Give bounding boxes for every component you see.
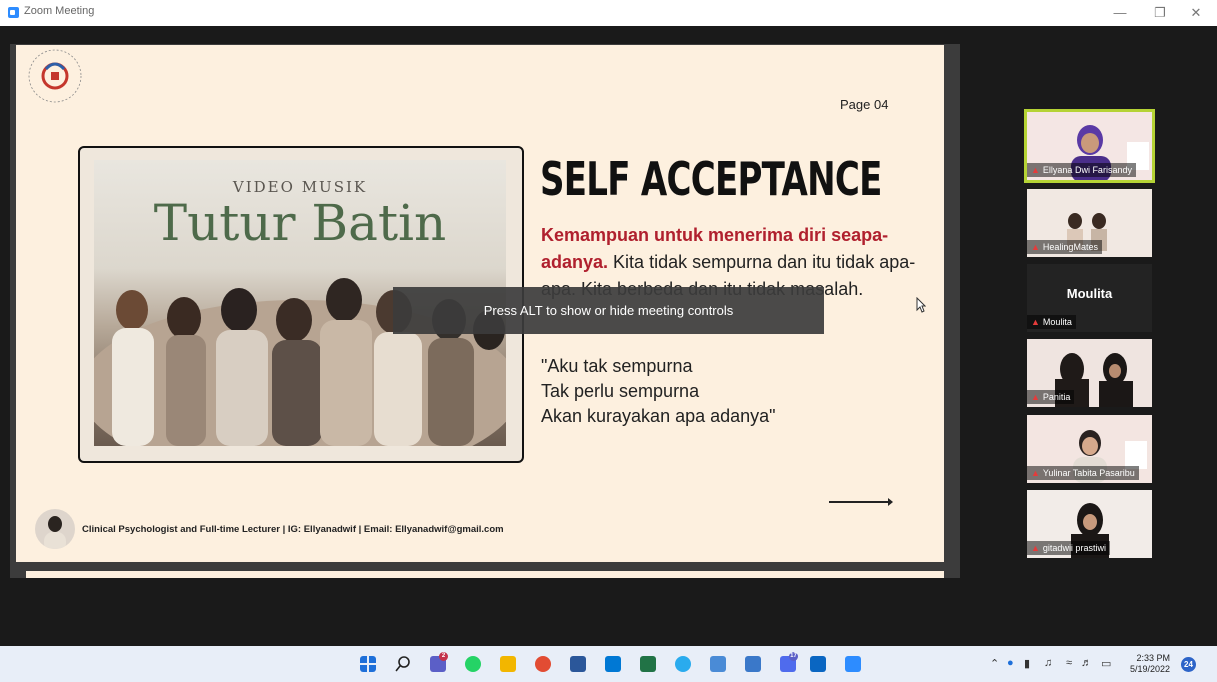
next-arrow-icon: [829, 498, 893, 506]
participant-name: ▲ Ellyana Dwi Farisandy: [1027, 163, 1136, 177]
title-bar: Zoom Meeting — ❐ ✕: [0, 0, 1217, 26]
zoom-logo-icon: [8, 7, 19, 18]
participant-name: ▲ Moulita: [1027, 315, 1076, 329]
wifi-icon[interactable]: ≈: [1066, 657, 1072, 669]
chat-icon[interactable]: 17: [780, 652, 798, 672]
bluetooth-icon[interactable]: ●: [1007, 657, 1014, 669]
battery-icon[interactable]: ▭: [1101, 657, 1111, 670]
window-title: Zoom Meeting: [24, 5, 95, 17]
participant-tile[interactable]: ▲ gitadwii prastiwi: [1027, 490, 1152, 558]
microphone-icon[interactable]: ♫: [1044, 657, 1052, 669]
search-icon[interactable]: [395, 656, 411, 672]
excel-icon[interactable]: [640, 656, 656, 672]
usb-icon[interactable]: ▮: [1024, 657, 1030, 670]
participant-tile[interactable]: Moulita ▲ Moulita: [1027, 264, 1152, 332]
restore-button[interactable]: ❐: [1150, 3, 1170, 23]
outlook-icon[interactable]: [605, 656, 621, 672]
mic-muted-icon: ▲: [1031, 165, 1040, 175]
participant-tile[interactable]: ▲ Panitia: [1027, 339, 1152, 407]
participant-name: ▲ Panitia: [1027, 390, 1075, 404]
quote-line: "Aku tak sempurna: [541, 356, 693, 376]
slide-heading: SELF ACCEPTANCE: [540, 152, 882, 206]
participant-name: ▲ gitadwii prastiwi: [1027, 541, 1110, 555]
presenter-info: Clinical Psychologist and Full-time Lect…: [82, 524, 504, 535]
zoom-taskbar-icon[interactable]: [845, 656, 861, 672]
minimize-button[interactable]: —: [1110, 3, 1130, 23]
show-hidden-icons-icon[interactable]: ⌃: [990, 657, 999, 670]
notification-count-badge[interactable]: 24: [1181, 657, 1196, 672]
start-icon[interactable]: [360, 656, 376, 672]
slide-quote: "Aku tak sempurna Tak perlu sempurna Aka…: [541, 354, 921, 429]
mic-muted-icon: ▲: [1031, 392, 1040, 402]
video-title: Tutur Batin: [153, 194, 447, 252]
mic-muted-icon: ▲: [1031, 543, 1040, 553]
participant-tile[interactable]: ▲ Ellyana Dwi Farisandy: [1024, 109, 1155, 183]
presenter-avatar: [35, 509, 75, 549]
outlook-calendar-icon[interactable]: [810, 656, 826, 672]
participant-display-name: Moulita: [1066, 286, 1113, 301]
university-logo-icon: [28, 49, 82, 103]
participant-name: ▲ Yulinar Tabita Pasaribu: [1027, 466, 1139, 480]
teams-icon[interactable]: 2: [430, 652, 448, 672]
participant-tile[interactable]: ▲ HealingMates: [1027, 189, 1152, 257]
mic-muted-icon: ▲: [1031, 242, 1040, 252]
word-icon[interactable]: [570, 656, 586, 672]
quote-line: Tak perlu sempurna: [541, 381, 700, 401]
clock-date: 5/19/2022: [1130, 664, 1171, 674]
next-slide-edge: [26, 571, 944, 578]
taskbar: 2 17 ⌃ ● ▮ ♫ ≈ ♬ ▭ 2:33 PM 5/19/2022 24: [0, 646, 1217, 682]
notepad-icon[interactable]: [710, 656, 726, 672]
close-button[interactable]: ✕: [1186, 3, 1206, 23]
file-explorer-icon[interactable]: [500, 656, 516, 672]
chrome-icon[interactable]: [535, 656, 551, 672]
participant-name: ▲ HealingMates: [1027, 240, 1102, 254]
clock-time: 2:33 PM: [1136, 653, 1171, 663]
mouse-cursor-icon: [916, 297, 926, 313]
whatsapp-icon[interactable]: [465, 656, 481, 672]
meeting-controls-tooltip: Press ALT to show or hide meeting contro…: [393, 287, 824, 334]
quote-line: Akan kurayakan apa adanya": [541, 406, 776, 426]
mic-muted-icon: ▲: [1031, 468, 1040, 478]
participant-tile[interactable]: ▲ Yulinar Tabita Pasaribu: [1027, 415, 1152, 483]
mic-muted-icon: ▲: [1031, 317, 1040, 327]
calculator-icon[interactable]: [745, 656, 761, 672]
telegram-icon[interactable]: [675, 656, 691, 672]
page-number: Page 04: [840, 97, 889, 112]
volume-icon[interactable]: ♬: [1081, 657, 1092, 669]
taskbar-clock[interactable]: 2:33 PM 5/19/2022: [1130, 653, 1170, 675]
